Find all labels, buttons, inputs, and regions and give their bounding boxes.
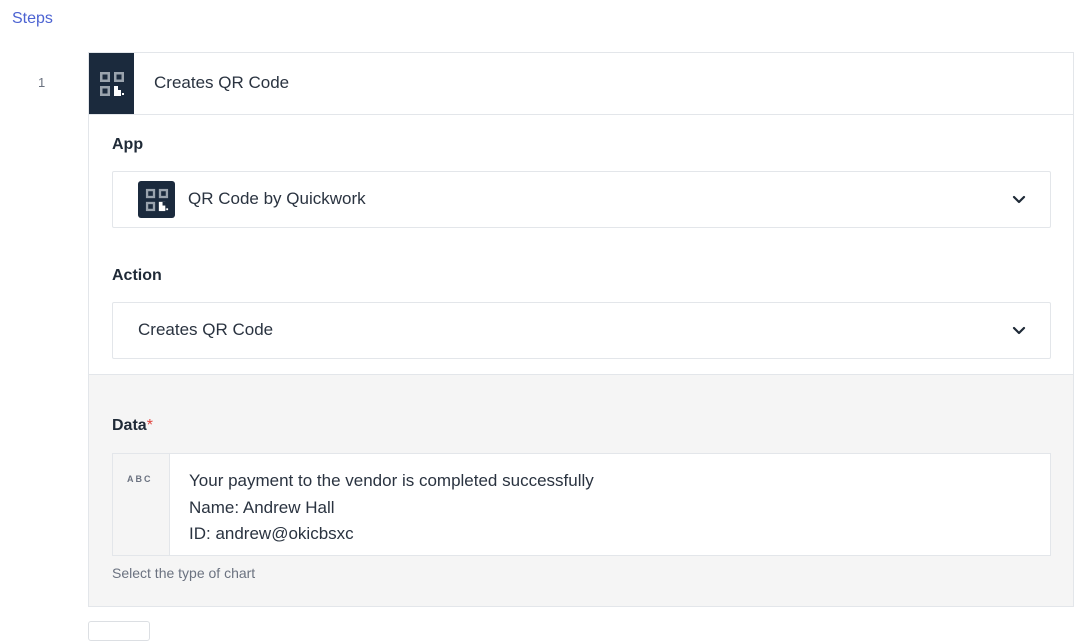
app-select[interactable]: QR Code by Quickwork xyxy=(112,171,1051,228)
data-input-value[interactable]: Your payment to the vendor is completed … xyxy=(189,468,594,548)
data-label-text: Data xyxy=(112,417,147,434)
action-label: Action xyxy=(112,267,162,284)
data-line: Name: Andrew Hall xyxy=(189,497,335,517)
required-mark: * xyxy=(146,417,153,434)
data-line: ID: andrew@okicbsxc xyxy=(189,524,354,543)
data-label: Data* xyxy=(112,417,153,435)
step-card: Creates QR Code App QR Code by Quickwork… xyxy=(88,52,1074,607)
steps-title: Steps xyxy=(12,10,53,27)
step-title: Creates QR Code xyxy=(154,73,290,92)
step-number: 1 xyxy=(38,75,46,90)
chevron-down-icon[interactable] xyxy=(1010,322,1028,340)
action-select[interactable]: Creates QR Code xyxy=(112,302,1051,359)
action-select-value: Creates QR Code xyxy=(138,320,274,339)
qr-code-icon xyxy=(138,181,175,218)
add-step-button[interactable] xyxy=(88,621,150,641)
qr-code-icon xyxy=(89,53,134,114)
chevron-down-icon[interactable] xyxy=(1010,191,1028,209)
app-label: App xyxy=(112,136,144,153)
step-header[interactable]: Creates QR Code xyxy=(89,53,1073,115)
data-section: Data* ABC Your payment to the vendor is … xyxy=(89,374,1073,606)
data-line: Your payment to the vendor is completed … xyxy=(189,471,594,490)
data-hint: Select the type of chart xyxy=(112,565,256,581)
type-badge-label: ABC xyxy=(127,474,153,484)
text-type-badge[interactable]: ABC xyxy=(113,454,170,555)
app-select-value: QR Code by Quickwork xyxy=(188,189,366,208)
data-input[interactable]: ABC Your payment to the vendor is comple… xyxy=(112,453,1051,556)
